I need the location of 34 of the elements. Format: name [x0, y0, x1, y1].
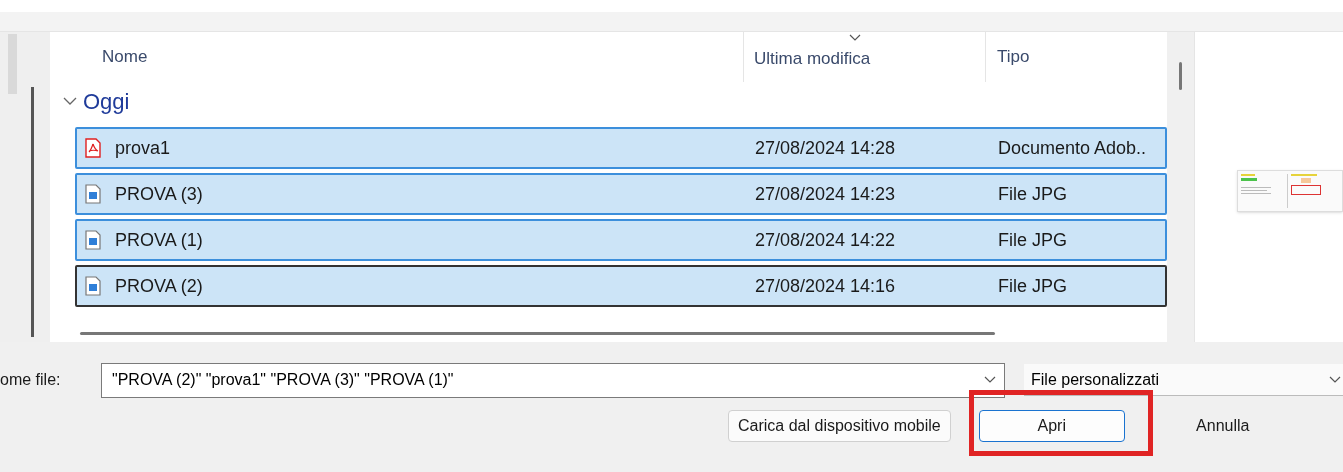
column-header[interactable]: Ultima modifica: [754, 46, 985, 72]
file-row[interactable]: PROVA (1) 27/08/2024 14:22 File JPG: [75, 219, 1167, 261]
dialog-button[interactable]: Carica dal dispositivo mobile: [728, 410, 951, 442]
file-type-dropdown[interactable]: File personalizzati: [1024, 364, 1343, 396]
dialog-button[interactable]: Apri: [978, 410, 1125, 442]
modified-date: 27/08/2024 14:28: [755, 136, 897, 160]
dropdown-chevron-icon: [984, 376, 996, 384]
pdf-file-icon: [85, 138, 101, 158]
file-name: PROVA (1): [115, 228, 203, 252]
image-file-icon: [85, 184, 101, 204]
file-type: File JPG: [998, 274, 1067, 298]
column-header[interactable]: Nome: [50, 44, 743, 70]
dropdown-chevron-icon: [1329, 375, 1341, 384]
image-file-icon: [85, 230, 101, 250]
file-name-field[interactable]: "PROVA (2)" "prova1" "PROVA (3)" "PROVA (1)": [101, 362, 1005, 398]
modified-date: 27/08/2024 14:22: [755, 228, 897, 252]
modified-date: 27/08/2024 14:23: [755, 182, 897, 206]
horizontal-scrollbar[interactable]: [80, 332, 995, 335]
file-row[interactable]: prova1 27/08/2024 14:28 Documento Adob..: [75, 127, 1167, 169]
vertical-scrollbar[interactable]: [1167, 32, 1195, 342]
file-type: Documento Adob..: [998, 136, 1147, 160]
file-row[interactable]: PROVA (2) 27/08/2024 14:16 File JPG: [75, 265, 1167, 307]
file-type: File JPG: [998, 228, 1067, 252]
modified-date: 27/08/2024 14:16: [755, 274, 897, 298]
sort-chevron-icon: [849, 34, 861, 42]
chevron-icon: [63, 96, 77, 106]
image-file-icon: [85, 276, 101, 296]
file-name: prova1: [115, 136, 171, 160]
file-name: PROVA (3): [115, 182, 203, 206]
file-row[interactable]: PROVA (3) 27/08/2024 14:23 File JPG: [75, 173, 1167, 215]
file-type: File JPG: [998, 182, 1067, 206]
file-name-label: ome file:: [0, 370, 62, 390]
group-header[interactable]: Oggi: [50, 82, 1167, 120]
file-name: PROVA (2): [115, 274, 203, 298]
